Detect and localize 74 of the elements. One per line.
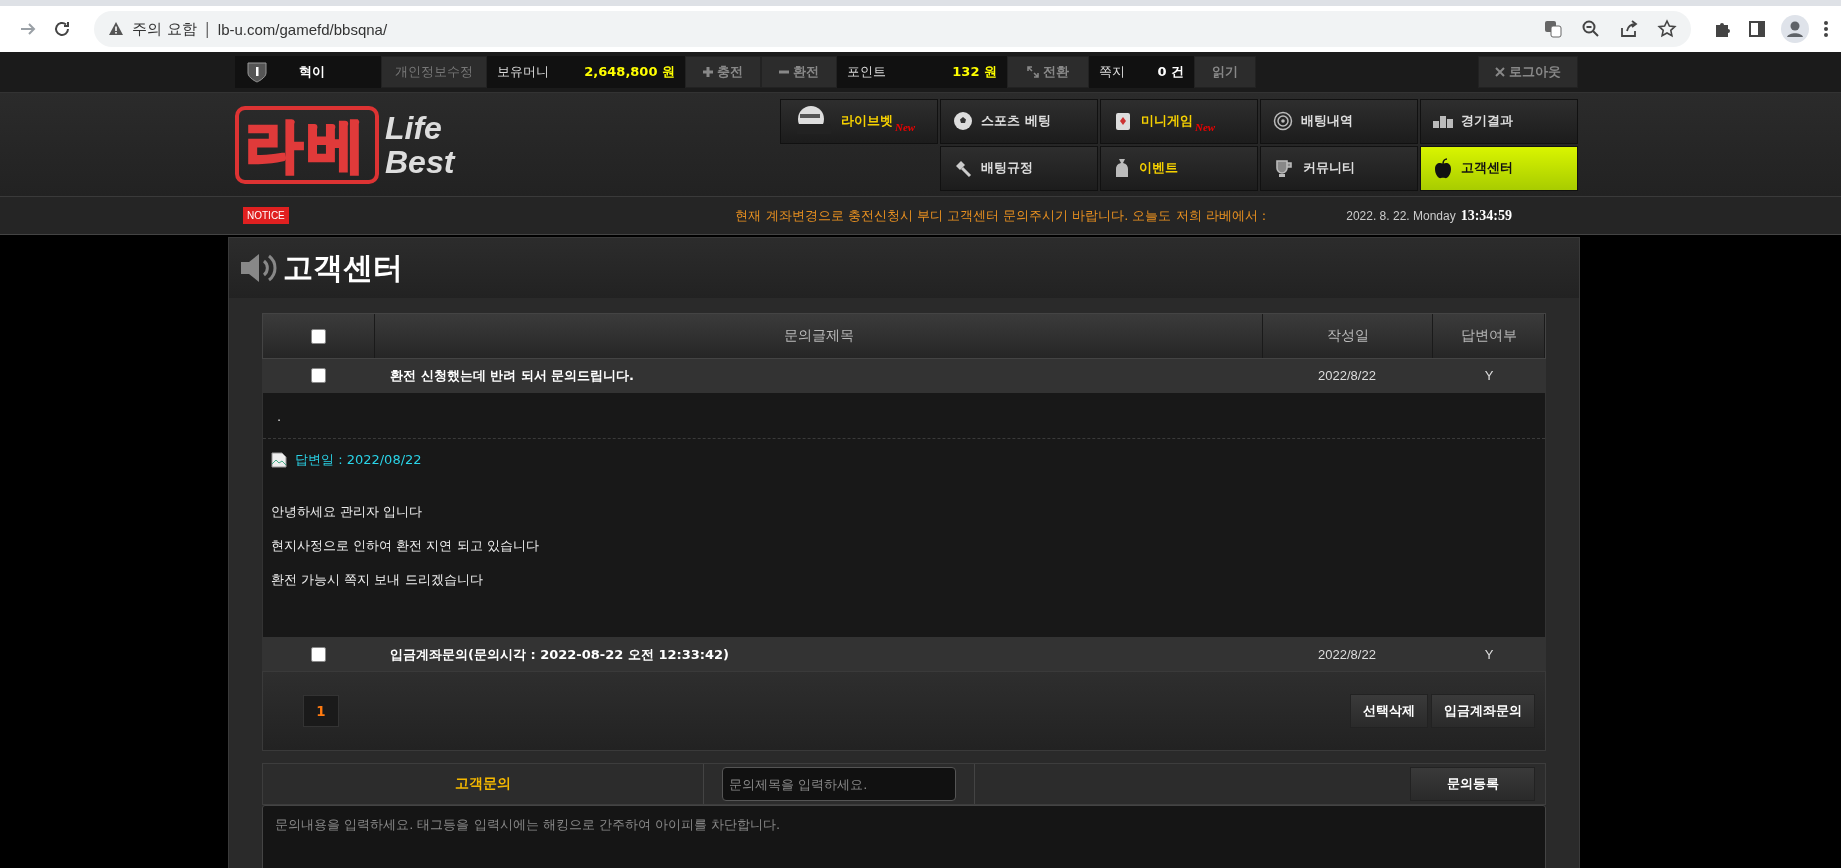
nav-menu-item[interactable]: 커뮤니티 — [1260, 145, 1418, 191]
url-text: lb-u.com/gamefd/bbsqna/ — [217, 20, 388, 38]
nav-menu-item[interactable]: 배팅규정 — [940, 145, 1098, 191]
table-cell-text: 2022/8/22 — [1317, 368, 1377, 383]
username: 혁이 — [299, 63, 325, 81]
plus-icon — [703, 67, 713, 77]
answer-text: 환전 가능시 쪽지 보내 드리겠습니다 — [271, 571, 484, 589]
point-value: 132 원 — [917, 56, 1007, 88]
money-label: 보유머니 — [487, 56, 559, 88]
zoom-out-icon[interactable] — [1581, 19, 1601, 39]
notice-badge: NOTICE — [243, 207, 289, 224]
row-checkbox[interactable] — [310, 368, 326, 383]
translate-icon[interactable] — [1543, 19, 1563, 39]
logout-button[interactable]: 로그아웃 — [1478, 56, 1578, 88]
podium-icon — [1433, 114, 1453, 128]
inquiry-title-link[interactable]: 입금계좌문의(문의시각 : 2022-08-22 오전 12:33:42) — [374, 645, 1262, 664]
current-time: 13:34:59 — [1460, 207, 1512, 224]
security-warning: 주의 요함 — [132, 19, 197, 39]
cards-icon — [1113, 111, 1133, 131]
answer-text: 현지사정으로 인하여 환전 지연 되고 있습니다 — [271, 537, 540, 555]
question-text: . — [277, 409, 282, 424]
nav-menu-item[interactable]: 스포츠 베팅 — [940, 98, 1098, 144]
action-button[interactable]: 입금계좌문의 — [1431, 694, 1535, 728]
speaker-icon — [239, 251, 279, 285]
submit-button[interactable]: 문의등록 — [1410, 767, 1535, 801]
address-bar[interactable]: 주의 요함 | lb-u.com/gamefd/bbsqna/ — [94, 11, 1691, 47]
close-icon — [1495, 67, 1505, 77]
nav-menu-item[interactable]: 이벤트 — [1100, 145, 1258, 191]
convert-button[interactable]: 전환 — [1007, 56, 1089, 88]
point-label: 포인트 — [837, 56, 917, 88]
read-button[interactable]: 읽기 — [1194, 56, 1256, 88]
answer-date: 답변일 : 2022/08/22 — [295, 451, 422, 469]
warning-icon — [108, 21, 124, 37]
nav-menu-item[interactable]: 고객센터 — [1420, 145, 1578, 191]
convert-arrows-icon — [1027, 66, 1039, 78]
form-label: 고객문의 — [263, 764, 704, 804]
target-icon — [1273, 111, 1293, 131]
apple-icon — [1433, 157, 1453, 179]
nav-menu-item[interactable]: 경기결과 — [1420, 98, 1578, 144]
content-input-field[interactable]: 문의내용을 입력하세요. 태그등을 입력시에는 해킹으로 간주하여 아이피를 차단합니다. — [262, 805, 1546, 868]
answer-text: 안녕하세요 관리자 입니다 — [271, 503, 424, 521]
column-header: 작성일 — [1263, 314, 1433, 358]
charge-button[interactable]: 충전 — [685, 56, 761, 88]
money-value: 2,648,800 원 — [559, 56, 685, 88]
inquiry-title-link[interactable]: 환전 신청했는데 반려 되서 문의드립니다. — [374, 366, 1262, 385]
star-icon[interactable] — [1657, 19, 1677, 39]
broken-image-icon — [271, 452, 287, 468]
table-cell-text: 2022/8/22 — [1317, 647, 1377, 662]
reload-icon[interactable] — [52, 19, 72, 39]
soccer-ball-icon — [953, 111, 973, 131]
column-header: 답변여부 — [1433, 314, 1545, 358]
table-cell-text: Y — [1483, 647, 1495, 662]
table-cell-text: Y — [1483, 368, 1495, 383]
side-panel-icon[interactable] — [1747, 19, 1767, 39]
trophy-cup-icon — [1273, 158, 1295, 178]
action-button[interactable]: 선택삭제 — [1350, 694, 1428, 728]
share-icon[interactable] — [1619, 19, 1639, 39]
page-button[interactable]: 1 — [303, 695, 339, 727]
url-separator: | — [204, 20, 210, 38]
current-date: 2022. 8. 22. Monday — [1346, 208, 1456, 223]
notice-text: 현재 계좌변경으로 충전신청시 부디 고객센터 문의주시기 바랍니다. 오늘도 저희 라베에서 : — [735, 206, 1267, 225]
menu-icon[interactable] — [1823, 19, 1829, 39]
title-input-field[interactable]: 문의제목을 입력하세요. — [722, 767, 956, 801]
select-all-checkbox[interactable] — [311, 328, 326, 344]
memo-count: 0 건 — [1144, 56, 1194, 88]
money-bag-icon — [1113, 157, 1131, 179]
profile-icon[interactable] — [1781, 15, 1809, 43]
memo-label: 쪽지 — [1089, 56, 1144, 88]
nav-menu-item[interactable]: 배팅내역 — [1260, 98, 1418, 144]
exchange-button[interactable]: 환전 — [761, 56, 837, 88]
column-header: 문의글제목 — [375, 314, 1263, 358]
page-title: 고객센터 — [283, 248, 403, 287]
level-shield-icon — [245, 60, 269, 84]
row-checkbox[interactable] — [310, 647, 326, 662]
